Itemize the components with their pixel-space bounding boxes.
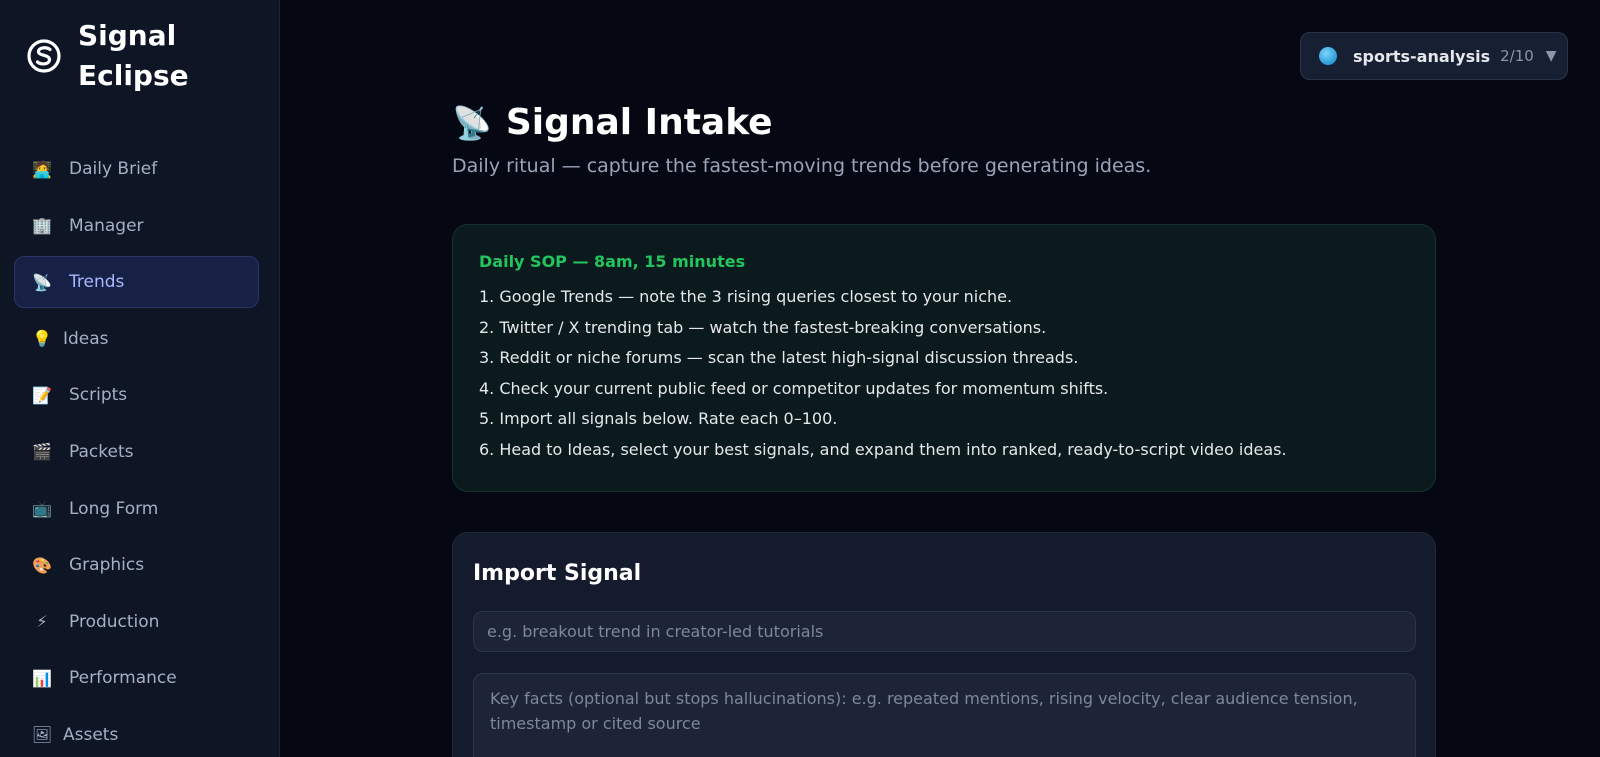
sidebar-item-label: Daily Brief [69, 159, 158, 179]
clapperboard-icon: 🎬 [32, 442, 52, 462]
memo-icon: 📝 [32, 385, 52, 405]
import-signal-card: Import Signal [452, 532, 1436, 757]
sidebar-item-label: Manager [69, 215, 144, 236]
sidebar-item-assets[interactable]: 🖼 Assets [14, 709, 259, 757]
sop-step: 2. Twitter / X trending tab — watch the … [479, 317, 1047, 337]
lightbulb-icon: 💡 [32, 329, 52, 349]
sidebar-item-manager[interactable]: 🏢 Manager [14, 200, 259, 252]
sidebar: Signal Eclipse 🧑‍💻 Daily Brief 🏢 Manager… [0, 0, 280, 757]
sidebar-item-label: Scripts [69, 385, 128, 406]
sop-step: 5. Import all signals below. Rate each 0… [479, 409, 838, 428]
sidebar-item-daily-brief[interactable]: 🧑‍💻 Daily Brief [14, 143, 259, 195]
sidebar-item-label: Trends [69, 272, 125, 293]
person-laptop-icon: 🧑‍💻 [32, 159, 52, 179]
sidebar-item-label: Graphics [69, 555, 145, 576]
workspace-selector[interactable]: sports-analysis 2/10 ▼ [1300, 32, 1568, 80]
sidebar-item-label: Assets [63, 724, 119, 745]
signal-eclipse-logo-icon [27, 39, 61, 73]
sidebar-item-ideas[interactable]: 💡 Ideas [14, 313, 259, 365]
television-icon: 📺 [32, 499, 52, 519]
sidebar-item-long-form[interactable]: 📺 Long Form [14, 483, 259, 535]
picture-frame-icon: 🖼 [31, 725, 53, 745]
page-header: 📡 Signal Intake [452, 102, 773, 143]
sidebar-item-label: Ideas [63, 328, 109, 349]
daily-sop-panel: Daily SOP — 8am, 15 minutes 1. Google Tr… [452, 224, 1436, 492]
sidebar-item-packets[interactable]: 🎬 Packets [14, 426, 259, 478]
brand-name: Signal Eclipse [78, 19, 189, 92]
sidebar-item-performance[interactable]: 📊 Performance [14, 652, 259, 704]
key-facts-textarea[interactable] [473, 673, 1416, 757]
sidebar-nav: 🧑‍💻 Daily Brief 🏢 Manager 📡 Trends 💡 Ide… [14, 143, 259, 757]
sidebar-item-trends[interactable]: 📡 Trends [14, 256, 259, 309]
workspace-count: 2/10 [1500, 47, 1534, 65]
globe-icon [1319, 47, 1337, 65]
sidebar-item-label: Packets [69, 441, 134, 462]
sidebar-item-label: Performance [69, 668, 177, 689]
satellite-dish-icon: 📡 [452, 103, 492, 142]
bar-chart-icon: 📊 [32, 668, 52, 688]
sidebar-item-scripts[interactable]: 📝 Scripts [14, 369, 259, 421]
sop-step: 1. Google Trends — note the 3 rising que… [479, 287, 1013, 306]
brand[interactable]: Signal Eclipse [26, 16, 228, 96]
lightning-icon: ⚡ [36, 612, 48, 632]
sop-step: 4. Check your current public feed or com… [479, 378, 1109, 398]
sidebar-item-label: Production [69, 611, 160, 632]
sop-step: 3. Reddit or niche forums — scan the lat… [479, 348, 1079, 367]
satellite-dish-icon: 📡 [32, 272, 52, 292]
workspace-name: sports-analysis [1353, 46, 1491, 66]
chevron-down-icon: ▼ [1545, 48, 1557, 64]
signal-input[interactable] [473, 611, 1416, 652]
sop-step: 6. Head to Ideas, select your best signa… [479, 439, 1287, 459]
office-building-icon: 🏢 [32, 216, 52, 236]
sidebar-item-production[interactable]: ⚡ Production [14, 596, 259, 648]
import-signal-title: Import Signal [473, 561, 642, 586]
sop-title: Daily SOP — 8am, 15 minutes [479, 252, 746, 271]
page-title: Signal Intake [505, 102, 773, 143]
palette-icon: 🎨 [32, 555, 52, 575]
page-subtitle: Daily ritual — capture the fastest-movin… [452, 155, 1152, 177]
sidebar-item-label: Long Form [69, 498, 159, 519]
sidebar-item-graphics[interactable]: 🎨 Graphics [14, 539, 259, 591]
